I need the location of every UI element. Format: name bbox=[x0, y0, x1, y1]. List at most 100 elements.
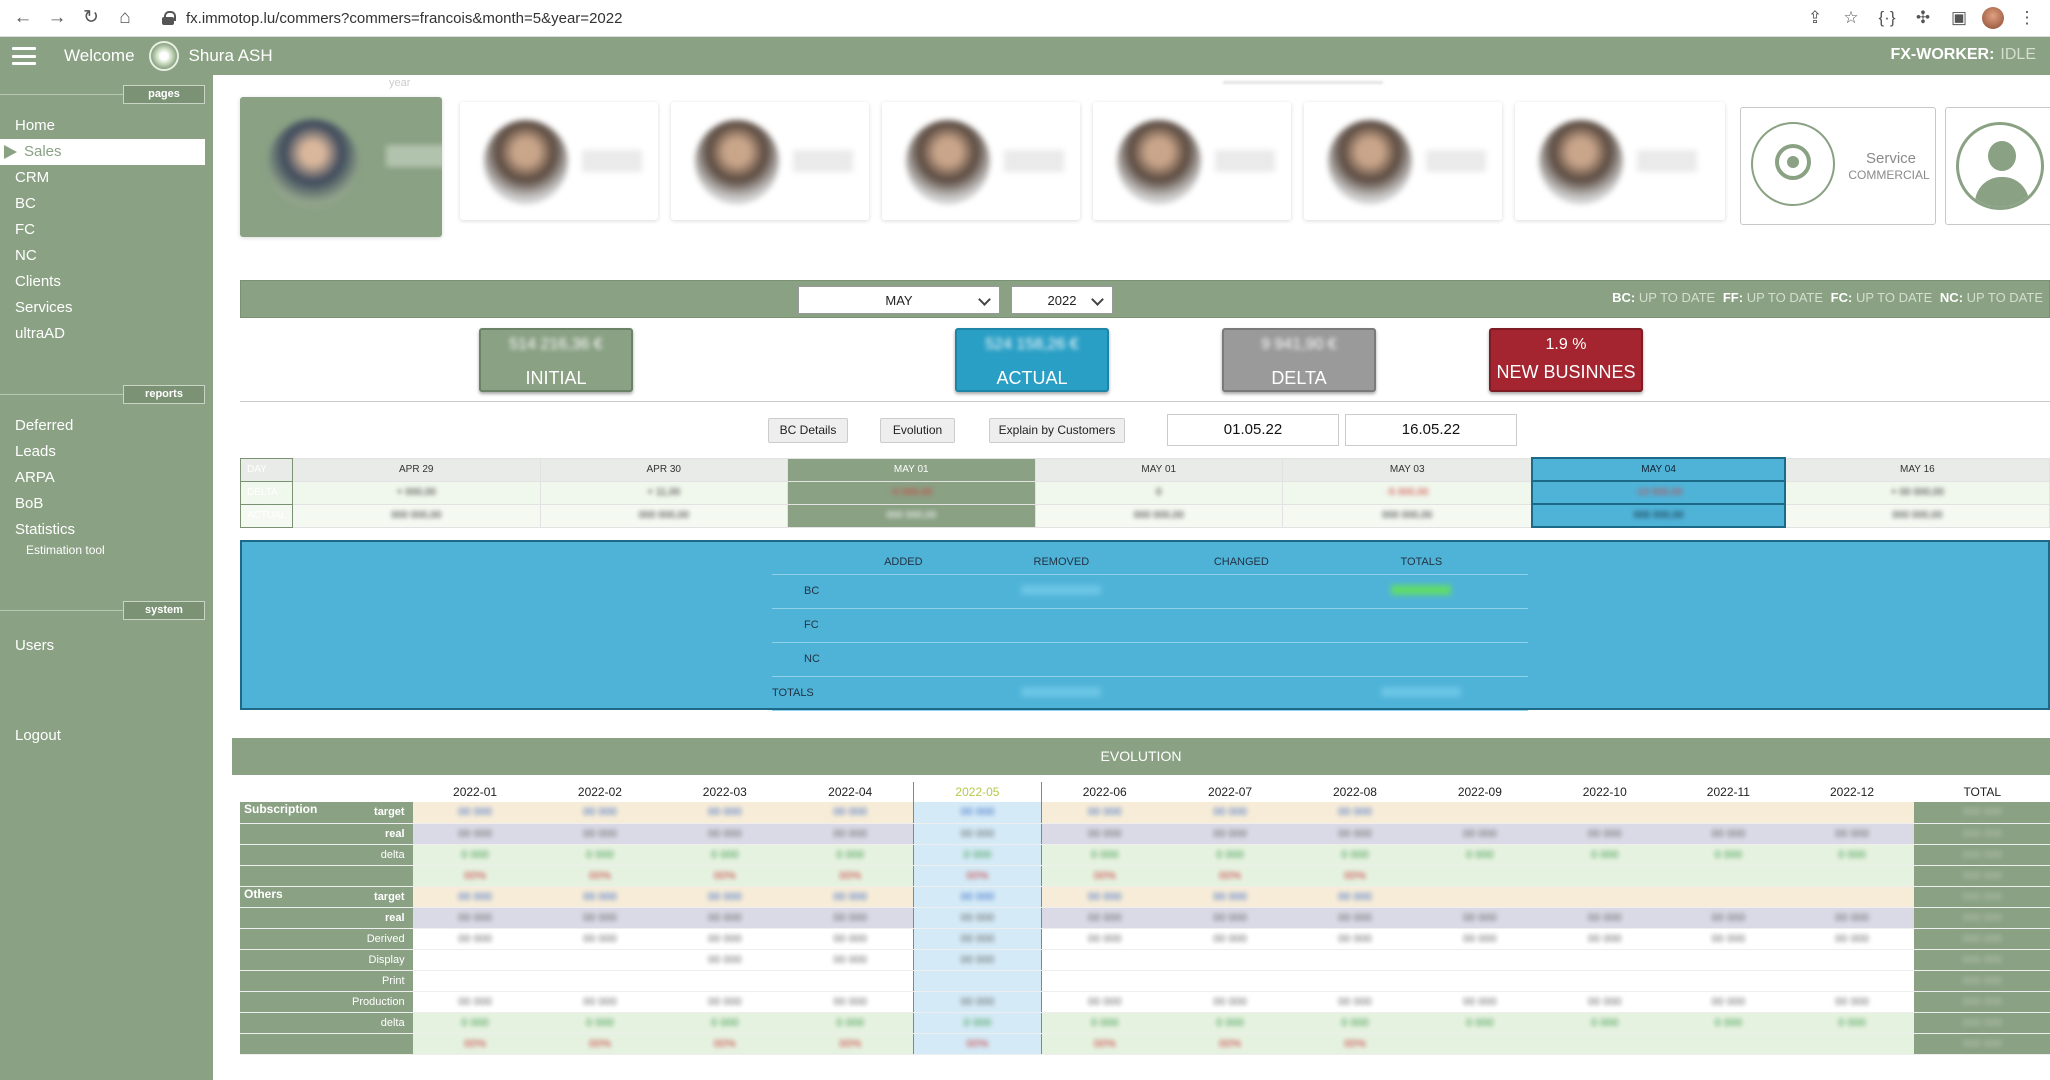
salesperson-card-selected[interactable] bbox=[240, 97, 442, 237]
kpi-delta[interactable]: 9 941,90 € DELTA bbox=[1222, 328, 1376, 392]
value-cell: 0 000 bbox=[1167, 1012, 1293, 1034]
salesperson-card[interactable] bbox=[882, 102, 1080, 220]
sidebar-item-users[interactable]: Users bbox=[0, 633, 213, 659]
kpi-initial[interactable]: 514 216,36 € INITIAL bbox=[479, 328, 633, 392]
sidebar-item-crm[interactable]: CRM bbox=[0, 165, 213, 191]
sidepanel-icon[interactable]: ▣ bbox=[1946, 6, 1972, 30]
delta-cell: + 000,00 bbox=[292, 480, 541, 505]
sidebar-item-clients[interactable]: Clients bbox=[0, 269, 213, 295]
salesperson-card[interactable] bbox=[1515, 102, 1725, 220]
value-cell: 00 000 bbox=[1292, 991, 1418, 1013]
date-to-field[interactable]: 16.05.22 bbox=[1345, 414, 1517, 446]
home-icon[interactable]: ⌂ bbox=[114, 7, 136, 29]
hamburger-menu-icon[interactable] bbox=[12, 47, 36, 65]
evolution-button[interactable]: Evolution bbox=[880, 418, 955, 443]
detail-table: ADDED REMOVED CHANGED TOTALS BC FC NC TO… bbox=[772, 550, 1528, 711]
date-from-field[interactable]: 01.05.22 bbox=[1167, 414, 1339, 446]
sidebar-item-estimation-tool[interactable]: Estimation tool bbox=[0, 543, 213, 561]
day-cell[interactable]: MAY 16 bbox=[1784, 457, 2050, 482]
group-label bbox=[240, 823, 348, 845]
daily-table: DAY APR 29 APR 30 MAY 01 MAY 01 MAY 03 M… bbox=[240, 457, 2050, 528]
value-cell: 0 000 bbox=[662, 844, 788, 866]
table-row: FC bbox=[772, 608, 1528, 643]
value-cell bbox=[412, 970, 538, 992]
sidebar-item-bob[interactable]: BoB bbox=[0, 491, 213, 517]
day-cell[interactable]: MAY 03 bbox=[1282, 457, 1533, 482]
year-select[interactable]: 2022 bbox=[1011, 286, 1113, 314]
value-cell: 0 000 bbox=[1542, 844, 1668, 866]
col-header bbox=[772, 550, 852, 575]
section-label: pages bbox=[123, 85, 205, 104]
group-label bbox=[240, 844, 348, 866]
sidebar-item-fc[interactable]: FC bbox=[0, 217, 213, 243]
value-cell: 00 000 bbox=[1542, 823, 1668, 845]
day-cell[interactable]: MAY 01 bbox=[787, 457, 1036, 482]
sidebar-item-arpa[interactable]: ARPA bbox=[0, 465, 213, 491]
value-cell: 00% bbox=[537, 1033, 663, 1055]
forward-icon[interactable]: → bbox=[46, 7, 68, 29]
extension-icon[interactable]: {·} bbox=[1874, 6, 1900, 30]
row-label: real bbox=[348, 823, 413, 845]
salesperson-card[interactable] bbox=[671, 102, 869, 220]
salesperson-card[interactable] bbox=[1093, 102, 1291, 220]
cell bbox=[1167, 608, 1315, 643]
status-value: UP TO DATE bbox=[1966, 290, 2043, 305]
salesperson-name bbox=[582, 150, 642, 172]
sidebar-item-sales[interactable]: Sales bbox=[0, 139, 205, 165]
status-value: UP TO DATE bbox=[1746, 290, 1824, 305]
bookmark-star-icon[interactable]: ☆ bbox=[1838, 6, 1864, 30]
logout-link[interactable]: Logout bbox=[0, 723, 213, 749]
sidebar-item-home[interactable]: Home bbox=[0, 113, 213, 139]
day-cell[interactable]: MAY 01 bbox=[1034, 457, 1283, 482]
sidebar-item-ultraad[interactable]: ultraAD bbox=[0, 321, 213, 347]
share-icon[interactable]: ⇪ bbox=[1802, 6, 1828, 30]
row-header: DELTA bbox=[240, 480, 293, 505]
explain-by-customers-button[interactable]: Explain by Customers bbox=[989, 418, 1125, 443]
value-cell: 00% bbox=[1292, 1033, 1418, 1055]
sidebar-item-nc[interactable]: NC bbox=[0, 243, 213, 269]
value-cell bbox=[1667, 802, 1790, 824]
salesperson-card[interactable] bbox=[1304, 102, 1502, 220]
value-cell: 00 000 bbox=[412, 991, 538, 1013]
total-cell: 000 000 bbox=[1914, 802, 2050, 824]
day-cell-selected[interactable]: MAY 04 bbox=[1531, 457, 1786, 482]
puzzle-icon[interactable]: ✣ bbox=[1910, 6, 1936, 30]
service-commercial-card[interactable]: Service COMMERCIAL bbox=[1740, 107, 1936, 225]
value-cell: 0 000 bbox=[412, 844, 538, 866]
kpi-value: 514 216,36 € bbox=[509, 336, 603, 353]
table-row: Derived 00 000 00 000 00 000 00 000 00 000 00 … bbox=[240, 928, 2050, 950]
sidebar-item-deferred[interactable]: Deferred bbox=[0, 413, 213, 439]
reload-icon[interactable]: ↻ bbox=[80, 7, 102, 29]
value-cell bbox=[1041, 949, 1168, 971]
group-label bbox=[240, 970, 348, 992]
sidebar-item-statistics[interactable]: Statistics bbox=[0, 517, 213, 543]
profile-avatar[interactable] bbox=[1982, 7, 2004, 29]
total-cell: 000 000 bbox=[1914, 1012, 2050, 1034]
month-header: 2022-04 bbox=[828, 785, 873, 799]
menu-dots-icon[interactable]: ⋮ bbox=[2014, 6, 2040, 30]
kpi-actual[interactable]: 524 158,26 € ACTUAL bbox=[955, 328, 1109, 392]
row-label: target bbox=[348, 802, 413, 824]
cell bbox=[1314, 608, 1528, 643]
sidebar-item-services[interactable]: Services bbox=[0, 295, 213, 321]
user-name[interactable]: Shura ASH bbox=[189, 46, 273, 66]
day-cell[interactable]: APR 30 bbox=[539, 457, 788, 482]
value-cell bbox=[1789, 865, 1915, 887]
avatar bbox=[906, 120, 990, 204]
bc-details-button[interactable]: BC Details bbox=[768, 418, 848, 443]
day-cell[interactable]: APR 29 bbox=[292, 457, 541, 482]
value-cell: 0 000 bbox=[537, 1012, 663, 1034]
kpi-label: INITIAL bbox=[525, 368, 587, 388]
sidebar-item-bc[interactable]: BC bbox=[0, 191, 213, 217]
back-icon[interactable]: ← bbox=[12, 7, 34, 29]
month-select[interactable]: MAY bbox=[798, 286, 1000, 314]
salesperson-card[interactable] bbox=[460, 102, 658, 220]
month-header: 2022-05 bbox=[913, 782, 1042, 802]
value-cell: 00 000 bbox=[913, 991, 1042, 1013]
address-bar[interactable]: fx.immotop.lu/commers?commers=francois&m… bbox=[162, 10, 622, 27]
user-profile-card[interactable] bbox=[1945, 107, 2050, 225]
value-cell: 00 000 bbox=[537, 991, 663, 1013]
sidebar-item-leads[interactable]: Leads bbox=[0, 439, 213, 465]
kpi-new-business[interactable]: 1.9 % NEW BUSINNES bbox=[1489, 328, 1643, 392]
filter-bar: MAY 2022 BC: UP TO DATE FF: UP TO DATE F… bbox=[240, 280, 2050, 318]
